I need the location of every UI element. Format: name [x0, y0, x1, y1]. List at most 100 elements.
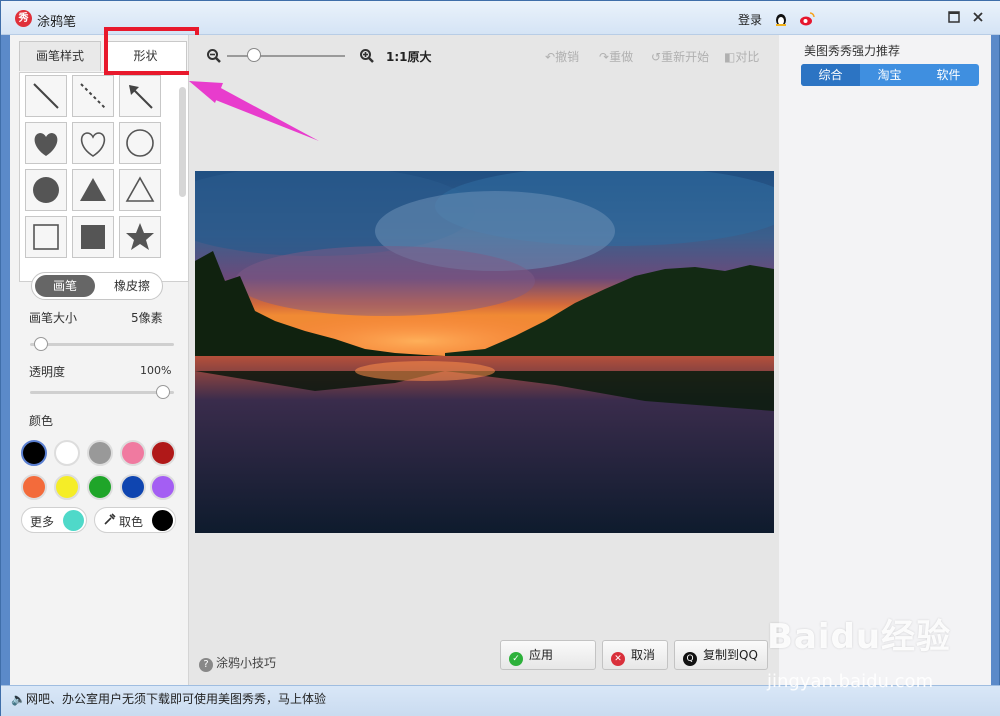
photo-canvas[interactable]: [195, 171, 774, 533]
watermark: Baidu经验 jingyan.baidu.com: [767, 609, 952, 692]
opacity-slider[interactable]: [156, 385, 170, 399]
color-swatch[interactable]: [54, 440, 80, 466]
restart-icon: ↺: [651, 50, 662, 64]
recommend-title: 美图秀秀强力推荐: [804, 44, 901, 58]
window-title: 涂鸦笔: [37, 15, 77, 30]
color-swatch[interactable]: [120, 440, 146, 466]
undo-icon: ↶: [545, 50, 556, 64]
help-icon: ?: [199, 658, 213, 672]
left-panel: 画笔样式 形状 画笔 橡皮擦 画笔大小 5像素 透明度 100% 颜色 更多 取…: [10, 35, 189, 685]
copy-to-qq-button[interactable]: Q 复制到QQ: [674, 640, 768, 670]
compare-button[interactable]: ◧对比: [724, 48, 759, 65]
color-swatch[interactable]: [54, 474, 80, 500]
color-swatch[interactable]: [150, 474, 176, 500]
redo-button[interactable]: ↷重做: [599, 48, 633, 65]
tab-shapes[interactable]: 形状: [104, 41, 187, 71]
watermark-url: jingyan.baidu.com: [767, 671, 934, 692]
cancel-label: 取消: [631, 648, 656, 662]
tips-link[interactable]: ? 涂鸦小技巧: [199, 654, 276, 672]
tab-taobao[interactable]: 淘宝: [860, 64, 919, 86]
mode-toggle: 画笔 橡皮擦: [31, 272, 163, 300]
recommend-tabs: 综合 淘宝 软件: [801, 64, 979, 86]
redo-label: 重做: [609, 50, 634, 64]
compare-label: 对比: [735, 50, 760, 64]
maximize-icon[interactable]: [946, 10, 962, 26]
circle-outline-shape[interactable]: [119, 122, 161, 164]
color-swatch[interactable]: [150, 440, 176, 466]
login-link[interactable]: 登录: [738, 11, 762, 28]
status-text: 网吧、办公室用户无须下载即可使用美图秀秀，马上体验: [25, 692, 326, 706]
brush-size-value: 5像素: [131, 311, 163, 325]
color-swatch[interactable]: [87, 440, 113, 466]
opacity-label: 透明度: [29, 365, 66, 379]
qq-icon: Q: [683, 652, 697, 666]
tab-software[interactable]: 软件: [919, 64, 978, 86]
apply-button[interactable]: ✓ 应用: [500, 640, 596, 670]
tab-brush-style[interactable]: 画笔样式: [19, 41, 101, 71]
title-bar: 秀 涂鸦笔 登录: [1, 1, 1000, 35]
star-shape[interactable]: [119, 216, 161, 258]
actual-size-button[interactable]: 1:1原大: [386, 48, 432, 65]
brush-mode-button[interactable]: 画笔: [35, 275, 95, 297]
cancel-button[interactable]: ✕ 取消: [602, 640, 668, 670]
eyedropper-button[interactable]: 取色: [94, 507, 176, 533]
qq-penguin-icon[interactable]: [773, 11, 789, 27]
cancel-icon: ✕: [611, 652, 625, 666]
compare-icon: ◧: [724, 50, 736, 64]
circle-filled-shape[interactable]: [25, 169, 67, 211]
undo-button[interactable]: ↶撤销: [545, 48, 579, 65]
line-shape[interactable]: [25, 75, 67, 117]
eraser-mode-button[interactable]: 橡皮擦: [102, 275, 162, 297]
watermark-logo: Baidu经验: [767, 617, 952, 657]
triangle-outline-shape[interactable]: [119, 169, 161, 211]
scroll-thumb[interactable]: [179, 87, 186, 197]
eyedropper-icon: [103, 512, 117, 529]
dashed-line-shape[interactable]: [72, 75, 114, 117]
picked-color-preview: [152, 510, 173, 531]
zoom-slider[interactable]: [247, 48, 261, 62]
speaker-icon: 🔈: [11, 692, 26, 706]
colors-label: 颜色: [29, 414, 54, 428]
zoom-out-icon[interactable]: [206, 48, 222, 67]
zoom-track[interactable]: [227, 55, 345, 57]
restart-label: 重新开始: [661, 50, 710, 64]
triangle-filled-shape[interactable]: [72, 169, 114, 211]
arrow-shape[interactable]: [119, 75, 161, 117]
pointer-arrow-icon: [189, 81, 319, 141]
recommend-panel: 美图秀秀强力推荐 综合 淘宝 软件: [779, 35, 991, 685]
brush-size-slider[interactable]: [34, 337, 48, 351]
app-window: 秀 涂鸦笔 登录 画笔样式 形状 画笔 橡皮擦 画笔大小 5像素 透明度 100…: [0, 0, 1000, 716]
color-swatch[interactable]: [21, 440, 47, 466]
opacity-track[interactable]: [30, 391, 174, 394]
brush-size-track[interactable]: [30, 343, 174, 346]
landscape-photo: [195, 171, 774, 533]
more-colors-label: 更多: [30, 515, 55, 529]
tab-overall[interactable]: 综合: [801, 64, 860, 86]
status-message[interactable]: 🔈网吧、办公室用户无须下载即可使用美图秀秀，马上体验: [11, 690, 326, 707]
square-filled-shape[interactable]: [72, 216, 114, 258]
restart-button[interactable]: ↺重新开始: [651, 48, 709, 65]
copy-to-qq-label: 复制到QQ: [703, 648, 758, 662]
canvas-toolbar: 1:1原大 ↶撤销 ↷重做 ↺重新开始 ◧对比: [189, 35, 779, 75]
redo-icon: ↷: [599, 50, 610, 64]
canvas-area: 1:1原大 ↶撤销 ↷重做 ↺重新开始 ◧对比 ? 涂鸦小技巧 ✓ 应用 ✕ 取…: [189, 35, 779, 685]
color-swatch[interactable]: [21, 474, 47, 500]
heart-filled-shape[interactable]: [25, 122, 67, 164]
heart-outline-shape[interactable]: [72, 122, 114, 164]
apply-label: 应用: [529, 648, 554, 662]
more-colors-button[interactable]: 更多: [21, 507, 87, 533]
shape-scrollbar[interactable]: [179, 77, 186, 277]
close-icon[interactable]: [970, 10, 986, 26]
shape-grid: [19, 72, 189, 282]
brush-size-label: 画笔大小: [29, 311, 78, 325]
opacity-value: 100%: [140, 364, 172, 377]
app-logo-icon: 秀: [15, 10, 32, 27]
zoom-in-icon[interactable]: [359, 48, 375, 67]
square-outline-shape[interactable]: [25, 216, 67, 258]
color-swatch[interactable]: [120, 474, 146, 500]
weibo-icon[interactable]: [799, 11, 815, 27]
color-swatch[interactable]: [87, 474, 113, 500]
eyedropper-label: 取色: [119, 515, 144, 529]
check-icon: ✓: [509, 652, 523, 666]
undo-label: 撤销: [555, 50, 580, 64]
